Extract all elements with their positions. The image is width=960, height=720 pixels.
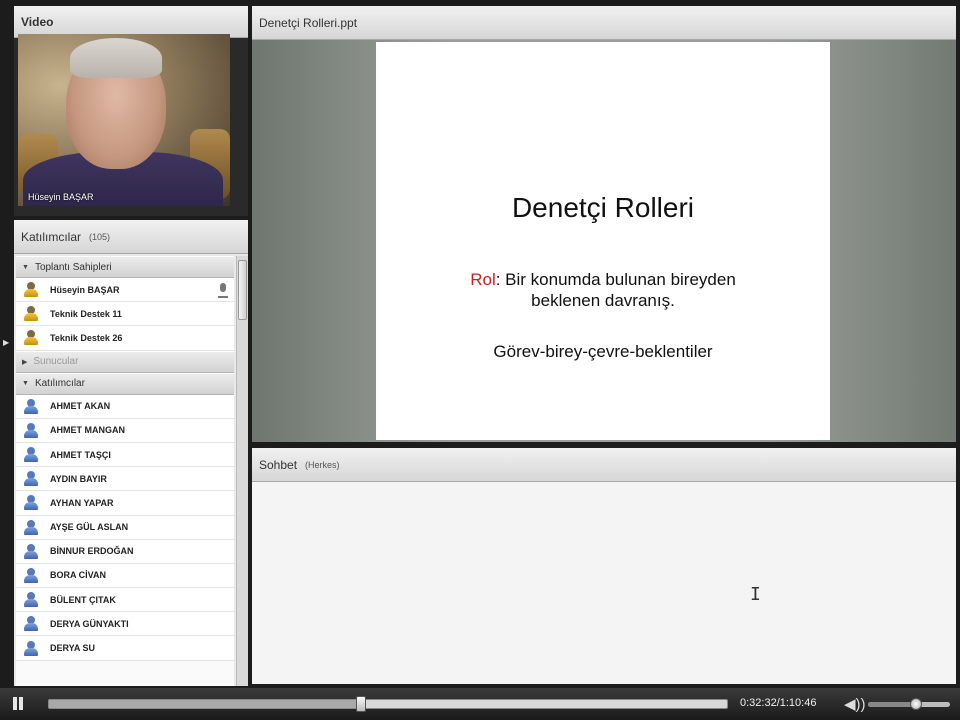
presentation-file-title: Denetçi Rolleri.ppt — [259, 15, 358, 30]
attendee-list-header: Katılımcılar (105) — [14, 220, 248, 254]
volume-handle[interactable] — [909, 698, 922, 710]
attendee-group-label: Sunucular — [33, 356, 79, 368]
chat-title: Sohbet — [259, 457, 298, 472]
time-readout: 0:32:32/1:10:46 — [740, 697, 817, 709]
attendee-group-header[interactable]: ▼ Toplantı Sahipleri — [16, 256, 234, 278]
presentation-slide: Denetçi Rolleri Rol: Bir konumda bulunan… — [376, 42, 830, 440]
participant-user-icon — [24, 398, 38, 414]
participant-user-icon — [24, 422, 38, 438]
chevron-down-icon: ▼ — [22, 380, 29, 388]
participant-user-icon — [24, 616, 38, 632]
webcam-video: Hüseyin BAŞAR — [18, 34, 230, 206]
attendee-row[interactable]: AHMET AKAN — [16, 394, 234, 419]
attendee-list-title: Katılımcılar — [21, 229, 82, 244]
attendee-count: (105) — [89, 231, 111, 242]
attendee-name: AHMET TAŞÇI — [50, 449, 111, 460]
participant-user-icon — [24, 640, 38, 656]
seek-handle[interactable] — [355, 696, 366, 712]
attendee-name: BORA CİVAN — [50, 570, 106, 581]
attendee-row[interactable]: AHMET TAŞÇI — [16, 442, 234, 468]
attendee-name: DERYA SU — [50, 643, 96, 654]
attendee-name: BÜLENT ÇITAK — [50, 594, 116, 605]
chevron-right-icon: ▶ — [22, 358, 28, 366]
presentation-pod: Denetçi Rolleri.ppt Denetçi Rolleri Rol:… — [252, 6, 956, 442]
attendee-row[interactable]: Teknik Destek 11 — [16, 302, 234, 327]
attendee-row[interactable]: BÜLENT ÇITAK — [16, 588, 234, 613]
presentation-pod-header: Denetçi Rolleri.ppt — [252, 6, 956, 40]
attendee-name: DERYA GÜNYAKTI — [50, 618, 129, 629]
attendee-row[interactable]: Hüseyin BAŞAR — [16, 278, 234, 303]
attendee-group-header[interactable]: ▶ Sunucular — [16, 350, 234, 373]
slide-definition-continuation: beklenen davranış. — [531, 291, 675, 310]
attendee-group-label: Katılımcılar — [34, 378, 85, 390]
volume-icon[interactable]: ◀)) — [844, 695, 866, 713]
attendee-row[interactable]: AYDIN BAYIR — [16, 467, 234, 492]
volume-level-fill — [868, 702, 916, 707]
pause-icon-bar-left — [13, 697, 17, 710]
scrollbar-thumb[interactable] — [238, 260, 247, 320]
attendee-name: AHMET AKAN — [50, 401, 111, 412]
attendee-name: AYDIN BAYIR — [50, 473, 107, 484]
text-cursor-icon: I — [750, 584, 761, 605]
participant-user-icon — [24, 592, 38, 608]
speaker-hair — [70, 38, 162, 78]
chat-audience-label[interactable]: (Herkes) — [305, 460, 340, 470]
participant-user-icon — [24, 543, 38, 559]
attendee-name: AHMET MANGAN — [50, 425, 125, 436]
participant-user-icon — [24, 519, 38, 535]
slide-heading: Denetçi Rolleri — [511, 192, 695, 223]
slide-definition-text: : Bir konumda bulunan bireyden — [495, 270, 736, 289]
expand-panel-arrow-icon[interactable]: ▶ — [3, 338, 9, 347]
pause-button[interactable] — [10, 696, 26, 712]
attendee-row[interactable]: AHMET MANGAN — [16, 418, 234, 443]
attendee-name: Teknik Destek 26 — [50, 332, 123, 343]
host-user-icon — [24, 330, 38, 346]
video-pod-title: Video — [21, 14, 54, 29]
chat-message-area[interactable]: I — [252, 482, 956, 684]
attendee-name: BİNNUR ERDOĞAN — [50, 546, 134, 557]
attendee-group-label: Toplantı Sahipleri — [34, 261, 112, 273]
attendee-row[interactable]: DERYA GÜNYAKTI — [16, 612, 234, 637]
participant-user-icon — [24, 471, 38, 487]
attendee-name: AYŞE GÜL ASLAN — [50, 522, 129, 533]
host-user-icon — [24, 306, 38, 322]
participant-user-icon — [24, 495, 38, 511]
participant-user-icon — [24, 447, 38, 463]
seek-slider[interactable] — [48, 696, 728, 712]
chat-pod: Sohbet (Herkes) I — [252, 448, 956, 684]
host-user-icon — [24, 282, 38, 298]
microphone-icon — [218, 282, 228, 298]
attendee-list: ▼ Toplantı Sahipleri Hüseyin BAŞAR Teknik D… — [16, 256, 234, 686]
seek-progress-fill — [49, 700, 361, 708]
chat-pod-header: Sohbet (Herkes) — [252, 448, 956, 482]
attendee-row[interactable]: Teknik Destek 26 — [16, 326, 234, 351]
slide-keywords-line: Görev-birey-çevre-beklentiler — [493, 342, 713, 361]
attendee-name: AYHAN YAPAR — [50, 497, 114, 508]
pause-icon-bar-right — [19, 697, 23, 710]
volume-slider[interactable] — [868, 698, 950, 710]
chevron-down-icon: ▼ — [22, 263, 29, 271]
participant-user-icon — [24, 567, 38, 583]
attendee-row[interactable]: DERYA SU — [16, 636, 234, 661]
attendee-name: Hüseyin BAŞAR — [50, 284, 120, 295]
playback-bar: 0:32:32/1:10:46 ◀)) — [0, 688, 960, 720]
attendee-row[interactable]: AYŞE GÜL ASLAN — [16, 515, 234, 540]
attendee-list-pod: Katılımcılar (105) ▼ Toplantı Sahipleri Hü… — [14, 220, 248, 686]
slide-rol-label: Rol — [470, 270, 496, 289]
attendee-row[interactable]: BİNNUR ERDOĞAN — [16, 539, 234, 564]
speaker-name-overlay: Hüseyin BAŞAR — [28, 192, 94, 202]
attendee-row[interactable]: BORA CİVAN — [16, 563, 234, 589]
slide-definition-line: Rol: Bir konumda bulunan bireyden — [376, 270, 830, 290]
attendee-list-scrollbar[interactable] — [236, 256, 248, 686]
attendee-row[interactable]: AYHAN YAPAR — [16, 491, 234, 516]
attendee-group-header[interactable]: ▼ Katılımcılar — [16, 372, 234, 395]
attendee-name: Teknik Destek 11 — [50, 308, 122, 319]
